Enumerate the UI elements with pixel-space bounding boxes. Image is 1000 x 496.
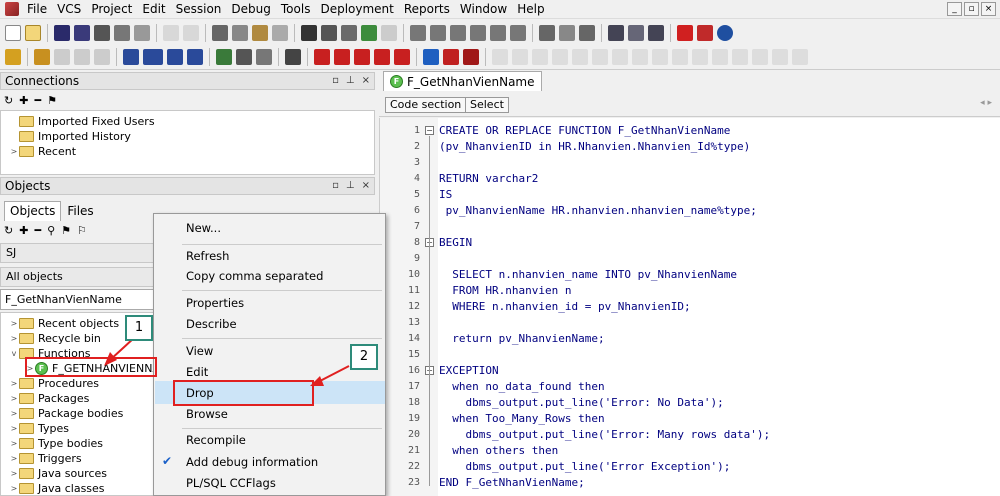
step-badge-1: 1 bbox=[125, 315, 153, 341]
arrow-2-head bbox=[310, 376, 324, 386]
callout-arrows bbox=[104, 337, 350, 386]
arrow-2 bbox=[317, 365, 350, 383]
step-badge-2: 2 bbox=[350, 344, 378, 370]
